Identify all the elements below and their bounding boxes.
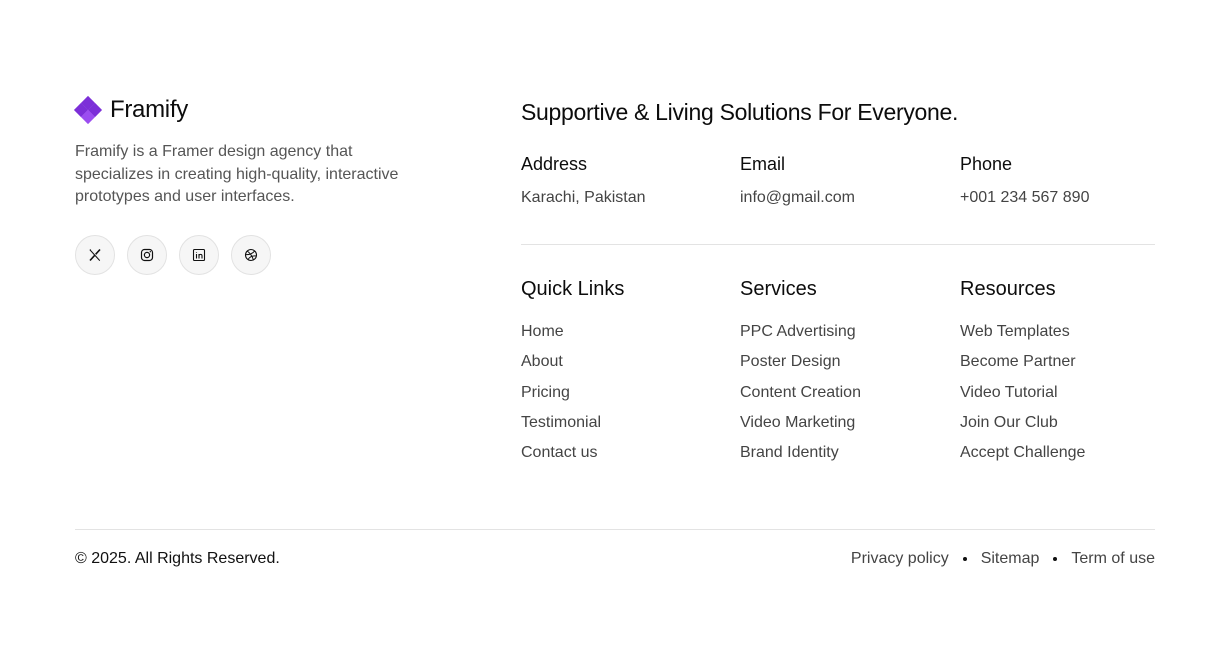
footer-divider (75, 529, 1155, 530)
linkedin-icon (192, 248, 206, 262)
resource-link-partner[interactable]: Become Partner (960, 353, 1085, 383)
brand-description: Framify is a Framer design agency that s… (75, 143, 399, 205)
address-label: Address (521, 154, 588, 174)
resource-link-challenge[interactable]: Accept Challenge (960, 444, 1085, 474)
divider (521, 244, 1155, 245)
service-link-ppc[interactable]: PPC Advertising (740, 323, 861, 353)
brand-name: Framify (110, 96, 188, 123)
quick-links-title: Quick Links (521, 278, 625, 300)
email-value[interactable]: info@gmail.com (740, 189, 855, 207)
address-value: Karachi, Pakistan (521, 189, 646, 206)
dribbble-icon (244, 248, 258, 262)
separator-dot (962, 557, 967, 561)
quick-link-testimonial[interactable]: Testimonial (521, 414, 624, 444)
x-icon (89, 248, 102, 262)
resources-column: Resources Web Templates Become Partner V… (960, 278, 1085, 474)
resource-link-tutorial[interactable]: Video Tutorial (960, 384, 1085, 414)
contact-phone: Phone +001 234 567 890 (960, 154, 1089, 207)
quick-links-column: Quick Links Home About Pricing Testimoni… (521, 278, 624, 474)
services-title: Services (740, 278, 817, 300)
footer-headline: Supportive & Living Solutions For Everyo… (521, 99, 959, 125)
resource-link-templates[interactable]: Web Templates (960, 323, 1085, 353)
sitemap-link[interactable]: Sitemap (981, 550, 1040, 568)
service-link-video[interactable]: Video Marketing (740, 414, 861, 444)
linkedin-button[interactable] (179, 235, 219, 275)
instagram-button[interactable] (127, 235, 167, 275)
contact-address: Address Karachi, Pakistan (521, 154, 646, 207)
quick-link-pricing[interactable]: Pricing (521, 384, 624, 414)
x-button[interactable] (75, 235, 115, 275)
privacy-policy-link[interactable]: Privacy policy (851, 550, 949, 568)
brand[interactable]: Framify (73, 95, 188, 125)
framify-logo-icon (73, 95, 103, 125)
service-link-content[interactable]: Content Creation (740, 384, 861, 414)
terms-link[interactable]: Term of use (1071, 550, 1155, 568)
dribbble-button[interactable] (231, 235, 271, 275)
service-link-brand[interactable]: Brand Identity (740, 444, 861, 474)
legal-links: Privacy policy Sitemap Term of use (851, 550, 1155, 568)
resource-link-club[interactable]: Join Our Club (960, 414, 1085, 444)
quick-link-about[interactable]: About (521, 353, 624, 383)
resources-title: Resources (960, 278, 1056, 300)
social-links (75, 235, 271, 275)
email-label: Email (740, 154, 786, 174)
services-column: Services PPC Advertising Poster Design C… (740, 278, 861, 474)
copyright-text: © 2025. All Rights Reserved. (75, 550, 280, 567)
service-link-poster[interactable]: Poster Design (740, 353, 861, 383)
quick-link-home[interactable]: Home (521, 323, 624, 353)
phone-label: Phone (960, 154, 1013, 174)
instagram-icon (140, 248, 154, 262)
separator-dot (1053, 557, 1058, 561)
quick-link-contact[interactable]: Contact us (521, 444, 624, 474)
phone-value[interactable]: +001 234 567 890 (960, 189, 1089, 207)
contact-email: Email info@gmail.com (740, 154, 855, 207)
